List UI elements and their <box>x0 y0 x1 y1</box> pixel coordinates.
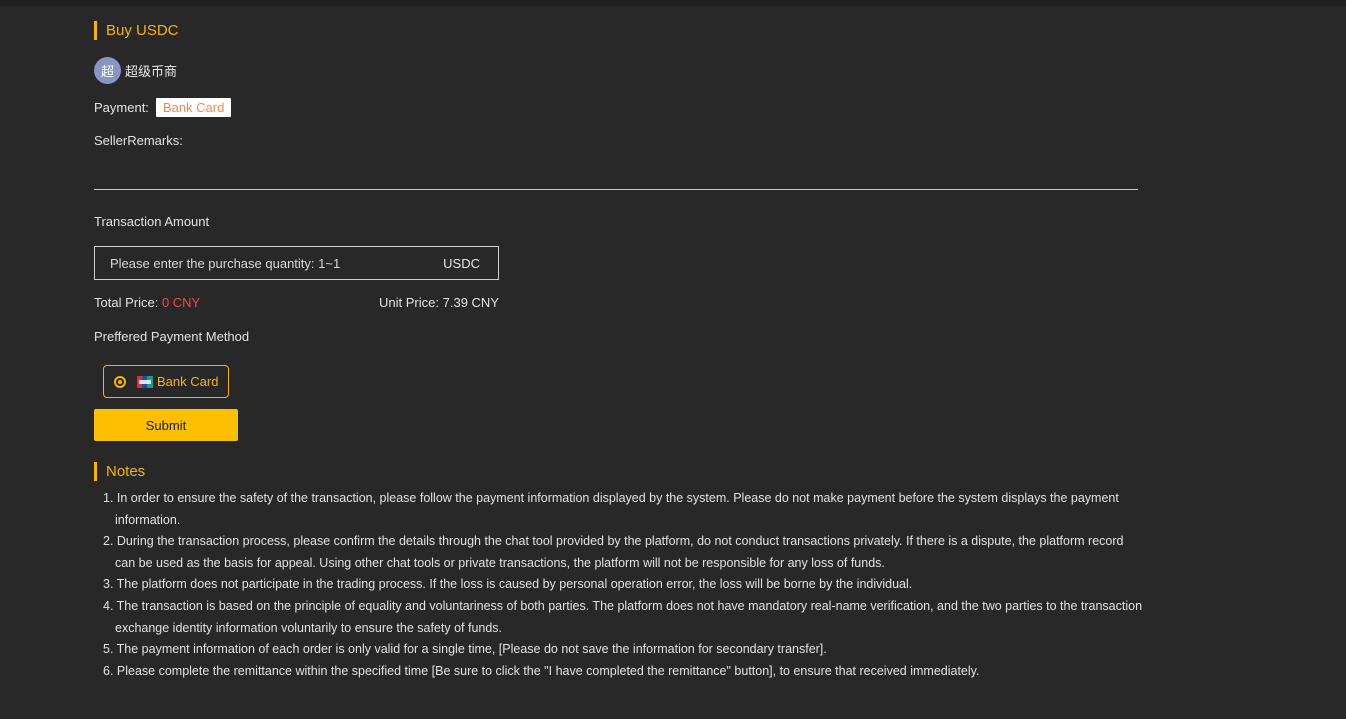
payment-row: Payment: Bank Card <box>94 97 232 117</box>
note-item: 5. The payment information of each order… <box>103 642 827 657</box>
total-price: Total Price: 0 CNY <box>94 295 200 310</box>
payment-method-bank-card[interactable]: Bank Card <box>103 365 229 398</box>
submit-button[interactable]: Submit <box>94 409 238 441</box>
seller-info: 超 超级币商 <box>94 56 178 84</box>
payment-label: Payment: <box>94 99 149 115</box>
payment-tag: Bank Card <box>155 97 232 117</box>
payment-method-label: Bank Card <box>157 374 219 389</box>
seller-name: 超级币商 <box>125 63 178 79</box>
notes-list: 1. In order to ensure the safety of the … <box>103 488 1143 682</box>
note-item: 6. Please complete the remittance within… <box>103 663 980 678</box>
note-item: 4. The transaction is based on the princ… <box>103 598 1143 635</box>
divider <box>94 189 1138 190</box>
unit-price-value: 7.39 CNY <box>442 295 499 310</box>
note-item: 2. During the transaction process, pleas… <box>103 534 1124 570</box>
buy-title: Buy USDC <box>94 21 179 40</box>
radio-selected-icon[interactable] <box>114 375 126 388</box>
quantity-field: USDC <box>94 246 499 280</box>
quantity-unit: USDC <box>443 255 480 271</box>
preferred-method-label: Preffered Payment Method <box>94 329 250 344</box>
avatar: 超 <box>94 56 121 84</box>
note-item: 1. In order to ensure the safety of the … <box>103 491 1119 527</box>
unit-price: Unit Price: 7.39 CNY <box>379 295 499 310</box>
unit-price-label: Unit Price: <box>379 295 439 310</box>
transaction-amount-label: Transaction Amount <box>94 214 210 229</box>
top-strip <box>0 0 1346 6</box>
seller-remarks-label: SellerRemarks: <box>94 133 183 148</box>
bank-card-icon <box>137 375 153 389</box>
notes-title: Notes <box>94 462 145 481</box>
note-item: 3. The platform does not participate in … <box>103 577 913 592</box>
total-price-value: 0 CNY <box>161 295 201 310</box>
price-row: Total Price: 0 CNY Unit Price: 7.39 CNY <box>94 295 499 310</box>
quantity-input[interactable] <box>108 254 412 272</box>
total-price-label: Total Price: <box>94 295 159 310</box>
